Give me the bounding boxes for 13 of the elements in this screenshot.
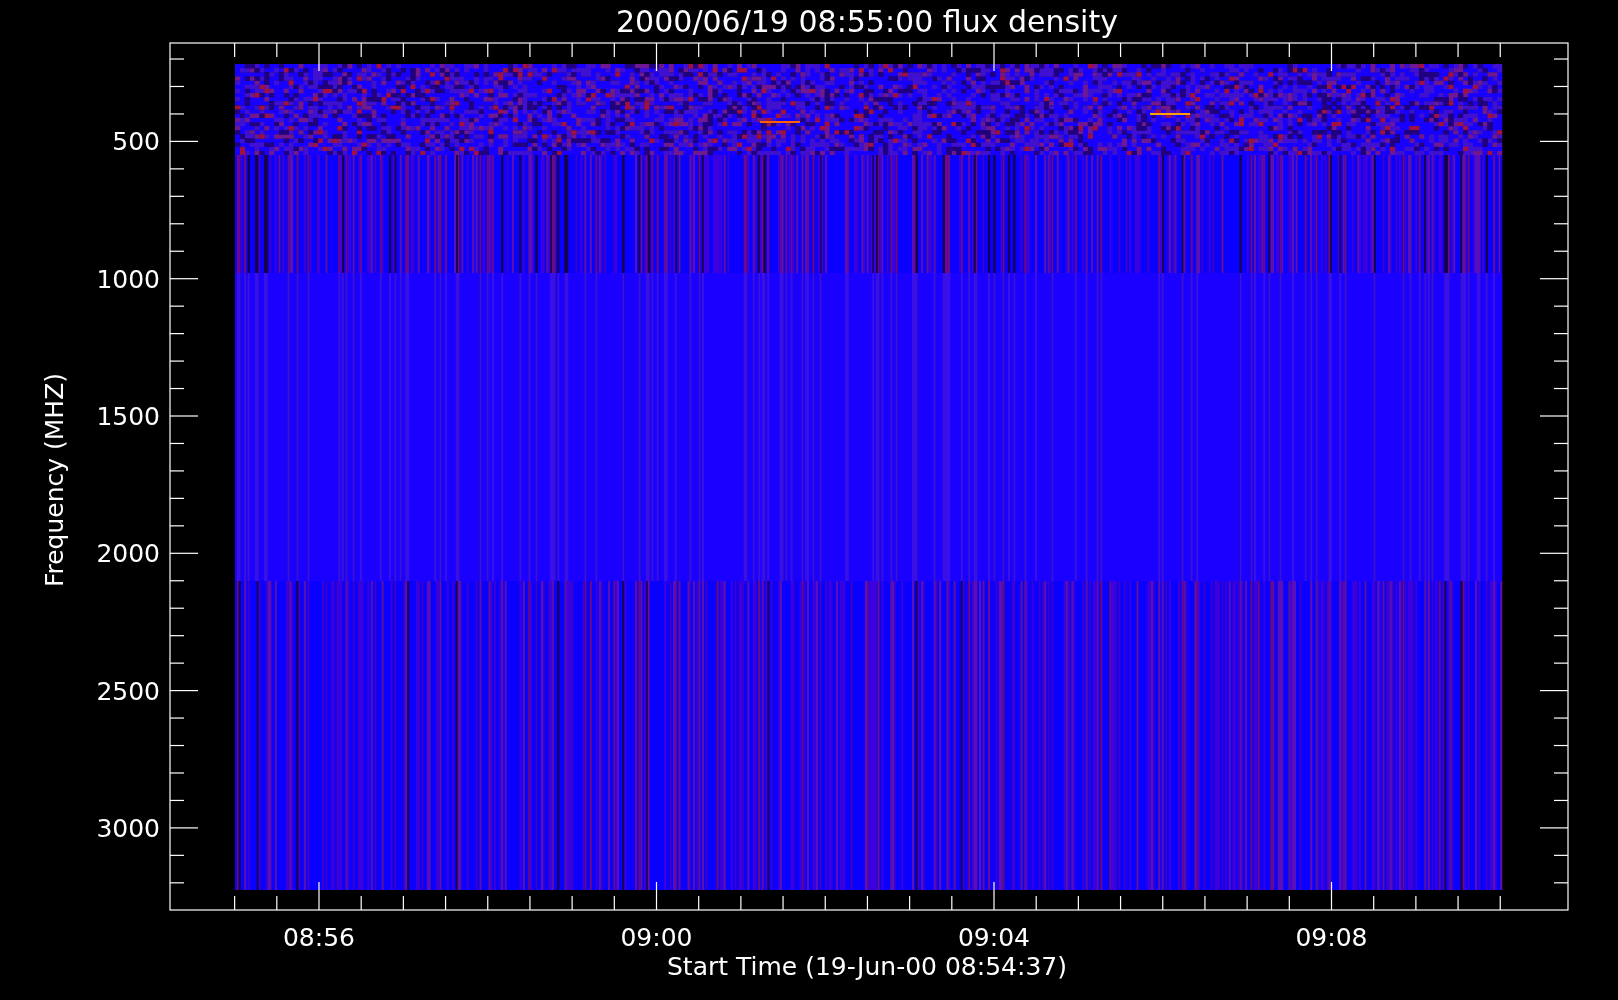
axis-label: Frequency (MHZ) [40, 372, 69, 588]
tick-label: 08:56 [283, 923, 355, 952]
tick-label: 2000 [96, 539, 160, 569]
axis-label: Start Time (19-Jun-00 08:54:37) [667, 952, 1067, 981]
tick-label: 1000 [96, 264, 160, 294]
plot-title: 2000/06/19 08:55:00 flux density [616, 4, 1118, 39]
tick-label: 3000 [96, 813, 160, 843]
tick-label: 09:08 [1295, 923, 1368, 952]
tick-label: 09:00 [620, 923, 693, 952]
tick-label: 1500 [96, 402, 160, 431]
tick-label: 2500 [96, 676, 160, 706]
tick-label: 09:04 [958, 923, 1030, 952]
tick-label: 500 [112, 127, 160, 157]
